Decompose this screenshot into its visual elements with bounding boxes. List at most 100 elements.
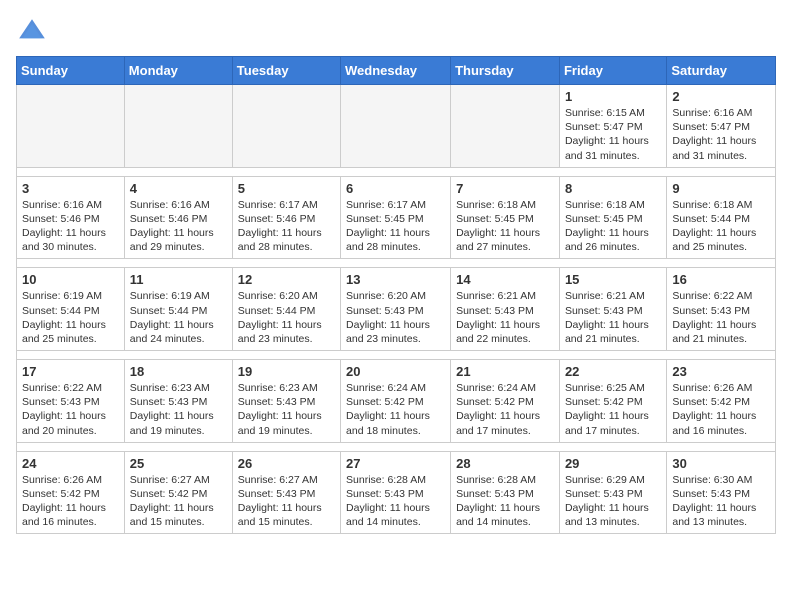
day-cell: 3 Sunrise: 6:16 AM Sunset: 5:46 PM Daylig…: [17, 176, 125, 259]
day-info: Sunrise: 6:17 AM Sunset: 5:46 PM Dayligh…: [238, 198, 335, 255]
day-info: Sunrise: 6:24 AM Sunset: 5:42 PM Dayligh…: [346, 381, 445, 438]
day-info: Sunrise: 6:18 AM Sunset: 5:44 PM Dayligh…: [672, 198, 770, 255]
day-cell: 6 Sunrise: 6:17 AM Sunset: 5:45 PM Daylig…: [341, 176, 451, 259]
day-number: 4: [130, 181, 227, 196]
header-cell-tuesday: Tuesday: [232, 57, 340, 85]
day-cell: 12Sunrise: 6:20 AM Sunset: 5:44 PM Dayli…: [232, 268, 340, 351]
day-cell: 29 Sunrise: 6:29 AM Sunset: 5:43 PM Dayli…: [559, 451, 666, 534]
day-number: 27: [346, 456, 445, 471]
day-cell: 1 Sunrise: 6:15 AM Sunset: 5:47 PM Daylig…: [559, 85, 666, 168]
day-number: 23: [672, 364, 770, 379]
day-cell: [232, 85, 340, 168]
day-number: 19: [238, 364, 335, 379]
day-info: Sunrise: 6:18 AM Sunset: 5:45 PM Dayligh…: [565, 198, 661, 255]
week-row-4: 17 Sunrise: 6:22 AM Sunset: 5:43 PM Dayli…: [17, 360, 776, 443]
day-number: 13: [346, 272, 445, 287]
calendar-header: SundayMondayTuesdayWednesdayThursdayFrid…: [17, 57, 776, 85]
day-cell: [451, 85, 560, 168]
day-number: 24: [22, 456, 119, 471]
day-number: 1: [565, 89, 661, 104]
week-row-1: 1 Sunrise: 6:15 AM Sunset: 5:47 PM Daylig…: [17, 85, 776, 168]
day-cell: [341, 85, 451, 168]
day-cell: 26 Sunrise: 6:27 AM Sunset: 5:43 PM Dayli…: [232, 451, 340, 534]
day-cell: 18Sunrise: 6:23 AM Sunset: 5:43 PM Dayli…: [124, 360, 232, 443]
day-info: Sunrise: 6:15 AM Sunset: 5:47 PM Dayligh…: [565, 106, 661, 163]
day-info: Sunrise: 6:30 AM Sunset: 5:43 PM Dayligh…: [672, 473, 770, 530]
day-cell: 9 Sunrise: 6:18 AM Sunset: 5:44 PM Daylig…: [667, 176, 776, 259]
day-info: Sunrise: 6:24 AM Sunset: 5:42 PM Dayligh…: [456, 381, 554, 438]
day-cell: 17 Sunrise: 6:22 AM Sunset: 5:43 PM Dayli…: [17, 360, 125, 443]
day-cell: 28Sunrise: 6:28 AM Sunset: 5:43 PM Dayli…: [451, 451, 560, 534]
day-info: Sunrise: 6:20 AM Sunset: 5:43 PM Dayligh…: [346, 289, 445, 346]
day-info: Sunrise: 6:18 AM Sunset: 5:45 PM Dayligh…: [456, 198, 554, 255]
day-number: 28: [456, 456, 554, 471]
header-cell-saturday: Saturday: [667, 57, 776, 85]
day-cell: 19Sunrise: 6:23 AM Sunset: 5:43 PM Dayli…: [232, 360, 340, 443]
row-spacer: [17, 259, 776, 268]
day-number: 6: [346, 181, 445, 196]
day-info: Sunrise: 6:21 AM Sunset: 5:43 PM Dayligh…: [456, 289, 554, 346]
day-info: Sunrise: 6:22 AM Sunset: 5:43 PM Dayligh…: [672, 289, 770, 346]
row-spacer: [17, 167, 776, 176]
day-cell: 13 Sunrise: 6:20 AM Sunset: 5:43 PM Dayli…: [341, 268, 451, 351]
day-number: 9: [672, 181, 770, 196]
day-number: 29: [565, 456, 661, 471]
day-number: 10: [22, 272, 119, 287]
day-number: 16: [672, 272, 770, 287]
day-number: 11: [130, 272, 227, 287]
day-info: Sunrise: 6:26 AM Sunset: 5:42 PM Dayligh…: [22, 473, 119, 530]
day-info: Sunrise: 6:17 AM Sunset: 5:45 PM Dayligh…: [346, 198, 445, 255]
day-number: 8: [565, 181, 661, 196]
day-cell: 8 Sunrise: 6:18 AM Sunset: 5:45 PM Daylig…: [559, 176, 666, 259]
week-row-5: 24 Sunrise: 6:26 AM Sunset: 5:42 PM Dayli…: [17, 451, 776, 534]
day-info: Sunrise: 6:16 AM Sunset: 5:46 PM Dayligh…: [22, 198, 119, 255]
header-cell-friday: Friday: [559, 57, 666, 85]
day-cell: 10Sunrise: 6:19 AM Sunset: 5:44 PM Dayli…: [17, 268, 125, 351]
day-cell: 5 Sunrise: 6:17 AM Sunset: 5:46 PM Daylig…: [232, 176, 340, 259]
day-info: Sunrise: 6:21 AM Sunset: 5:43 PM Dayligh…: [565, 289, 661, 346]
day-number: 7: [456, 181, 554, 196]
day-info: Sunrise: 6:23 AM Sunset: 5:43 PM Dayligh…: [130, 381, 227, 438]
day-number: 15: [565, 272, 661, 287]
day-info: Sunrise: 6:27 AM Sunset: 5:43 PM Dayligh…: [238, 473, 335, 530]
week-row-3: 10 Sunrise: 6:19 AM Sunset: 5:44 PM Dayli…: [17, 268, 776, 351]
logo: [16, 16, 52, 48]
day-cell: 27 Sunrise: 6:28 AM Sunset: 5:43 PM Dayli…: [341, 451, 451, 534]
day-number: 26: [238, 456, 335, 471]
day-info: Sunrise: 6:22 AM Sunset: 5:43 PM Dayligh…: [22, 381, 119, 438]
day-cell: [17, 85, 125, 168]
day-info: Sunrise: 6:20 AM Sunset: 5:44 PM Dayligh…: [238, 289, 335, 346]
day-number: 21: [456, 364, 554, 379]
day-cell: 22 Sunrise: 6:25 AM Sunset: 5:42 PM Dayli…: [559, 360, 666, 443]
day-info: Sunrise: 6:26 AM Sunset: 5:42 PM Dayligh…: [672, 381, 770, 438]
row-spacer: [17, 442, 776, 451]
day-number: 30: [672, 456, 770, 471]
day-cell: 25Sunrise: 6:27 AM Sunset: 5:42 PM Dayli…: [124, 451, 232, 534]
day-cell: 14 Sunrise: 6:21 AM Sunset: 5:43 PM Dayli…: [451, 268, 560, 351]
calendar: SundayMondayTuesdayWednesdayThursdayFrid…: [16, 56, 776, 534]
day-cell: 2Sunrise: 6:16 AM Sunset: 5:47 PM Daylig…: [667, 85, 776, 168]
day-number: 22: [565, 364, 661, 379]
day-number: 14: [456, 272, 554, 287]
header-cell-wednesday: Wednesday: [341, 57, 451, 85]
day-cell: 4 Sunrise: 6:16 AM Sunset: 5:46 PM Daylig…: [124, 176, 232, 259]
day-cell: 23 Sunrise: 6:26 AM Sunset: 5:42 PM Dayli…: [667, 360, 776, 443]
day-number: 5: [238, 181, 335, 196]
day-number: 20: [346, 364, 445, 379]
day-cell: 15 Sunrise: 6:21 AM Sunset: 5:43 PM Dayli…: [559, 268, 666, 351]
day-info: Sunrise: 6:29 AM Sunset: 5:43 PM Dayligh…: [565, 473, 661, 530]
day-cell: 21 Sunrise: 6:24 AM Sunset: 5:42 PM Dayli…: [451, 360, 560, 443]
page-header: [16, 16, 776, 48]
header-cell-monday: Monday: [124, 57, 232, 85]
day-cell: 16 Sunrise: 6:22 AM Sunset: 5:43 PM Dayli…: [667, 268, 776, 351]
header-cell-thursday: Thursday: [451, 57, 560, 85]
day-number: 17: [22, 364, 119, 379]
day-number: 3: [22, 181, 119, 196]
day-number: 2: [672, 89, 770, 104]
day-info: Sunrise: 6:28 AM Sunset: 5:43 PM Dayligh…: [346, 473, 445, 530]
day-info: Sunrise: 6:16 AM Sunset: 5:46 PM Dayligh…: [130, 198, 227, 255]
day-info: Sunrise: 6:25 AM Sunset: 5:42 PM Dayligh…: [565, 381, 661, 438]
day-cell: 11 Sunrise: 6:19 AM Sunset: 5:44 PM Dayli…: [124, 268, 232, 351]
day-info: Sunrise: 6:19 AM Sunset: 5:44 PM Dayligh…: [130, 289, 227, 346]
day-cell: 20 Sunrise: 6:24 AM Sunset: 5:42 PM Dayli…: [341, 360, 451, 443]
